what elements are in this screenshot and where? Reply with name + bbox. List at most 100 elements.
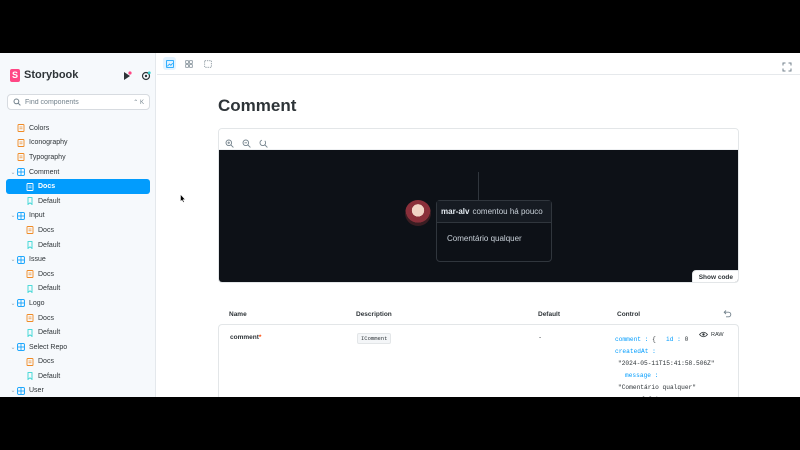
args-table: Name Description Default Control comment…: [218, 307, 739, 397]
sidebar-item-typography[interactable]: Typography: [6, 150, 150, 165]
sidebar-item-label: Default: [38, 372, 61, 380]
storybook-window: S Storybook ⌃ K Colors Iconography Typogra…: [0, 53, 800, 397]
sidebar-item-docs[interactable]: Docs: [6, 311, 150, 326]
document-icon: [17, 124, 25, 133]
brand[interactable]: S Storybook: [10, 68, 78, 82]
sidebar-item-default[interactable]: Default: [6, 369, 150, 384]
control-line[interactable]: createdAt :: [615, 346, 729, 358]
document-icon: [17, 138, 25, 147]
object-control[interactable]: comment : {id : 0 createdAt : "2024-05-11…: [615, 334, 729, 397]
comment-card: mar-alv comentou há pouco Comentário qua…: [436, 200, 552, 262]
sidebar-item-user[interactable]: ⌄ User: [6, 384, 150, 397]
canvas-icon: [165, 59, 174, 68]
document-icon: [26, 182, 34, 191]
search-shortcut: ⌃ K: [133, 99, 144, 106]
prop-name-text: comment: [230, 334, 259, 341]
sidebar-item-label: Default: [38, 329, 61, 337]
sidebar-item-default[interactable]: Default: [6, 238, 150, 253]
control-key: createdAt :: [615, 348, 656, 355]
sidebar-item-default[interactable]: Default: [6, 325, 150, 340]
control-line[interactable]: user : { 3 keys: [615, 394, 729, 397]
reset-controls-icon[interactable]: [723, 309, 732, 318]
raw-label: RAW: [711, 331, 724, 338]
story-canvas: mar-alv comentou há pouco Comentário qua…: [219, 150, 738, 282]
mouse-cursor-icon: [180, 194, 186, 203]
sidebar-item-label: Default: [38, 197, 61, 205]
comment-action: comentou há pouco: [472, 207, 543, 216]
control-value: "2024-05-11T15:41:58.506Z": [618, 360, 715, 367]
bookmark-icon: [26, 284, 34, 294]
sidebar-item-label: Typography: [29, 153, 66, 161]
chevron-down-icon: ⌄: [10, 213, 16, 220]
sidebar-item-comment[interactable]: ⌄ Comment: [6, 165, 150, 180]
zoom-in-icon[interactable]: [225, 135, 234, 148]
zoom-reset-icon[interactable]: [259, 135, 268, 148]
sidebar-item-docs[interactable]: Docs: [6, 355, 150, 370]
chevron-down-icon: ⌄: [10, 169, 16, 176]
sidebar-item-docs[interactable]: Docs: [6, 179, 150, 194]
args-table-header: Name Description Default Control: [218, 307, 739, 321]
sidebar-item-docs[interactable]: Docs: [6, 223, 150, 238]
component-icon: [17, 255, 25, 264]
sidebar-item-select-repo[interactable]: ⌄ Select Repo: [6, 340, 150, 355]
sidebar-item-default[interactable]: Default: [6, 194, 150, 209]
grid-icon: [184, 59, 193, 68]
zoom-out-icon[interactable]: [242, 135, 251, 148]
control-line[interactable]: message :: [615, 370, 729, 382]
settings-icon[interactable]: [141, 68, 151, 81]
measure-button[interactable]: [201, 57, 214, 70]
sidebar-item-input[interactable]: ⌄ Input: [6, 209, 150, 224]
whats-new-icon[interactable]: [122, 68, 132, 80]
canvas-tab-button[interactable]: [163, 57, 176, 70]
sidebar-item-label: Docs: [38, 314, 54, 322]
eye-icon: [699, 331, 708, 338]
header-description: Description: [356, 310, 392, 318]
table-row: comment* IComment - comment : {id : 0 cre…: [218, 324, 739, 397]
sidebar-item-iconography[interactable]: Iconography: [6, 136, 150, 151]
sidebar-item-label: Select Repo: [29, 343, 68, 351]
component-icon: [17, 299, 25, 308]
raw-toggle-button[interactable]: RAW: [699, 331, 724, 338]
sidebar-item-label: Issue: [29, 256, 46, 264]
comment-username[interactable]: mar-alv: [441, 207, 469, 216]
control-value: 0: [684, 336, 689, 343]
sidebar-item-logo[interactable]: ⌄ Logo: [6, 296, 150, 311]
show-code-button[interactable]: Show code: [691, 270, 738, 282]
avatar: [405, 200, 431, 226]
document-icon: [26, 226, 34, 235]
storybook-logo-icon: S: [10, 68, 20, 82]
fullscreen-button[interactable]: [782, 59, 792, 72]
header-name: Name: [229, 310, 247, 318]
sidebar-item-docs[interactable]: Docs: [6, 267, 150, 282]
story-preview: mar-alv comentou há pouco Comentário qua…: [218, 128, 739, 283]
comment-header: mar-alv comentou há pouco: [437, 201, 551, 223]
component-icon: [17, 387, 25, 395]
search-input[interactable]: [25, 98, 134, 106]
chevron-down-icon: ⌄: [10, 344, 16, 351]
bookmark-icon: [26, 241, 34, 250]
sidebar-item-colors[interactable]: Colors: [6, 121, 150, 136]
control-line[interactable]: "2024-05-11T15:41:58.506Z": [615, 358, 729, 370]
component-icon: [17, 212, 25, 220]
control-line[interactable]: id : 0: [615, 334, 688, 346]
sidebar-item-label: Default: [38, 285, 61, 293]
sidebar: S Storybook ⌃ K Colors Iconography Typogra…: [0, 53, 156, 397]
header-control: Control: [617, 310, 641, 318]
component-icon: [17, 168, 25, 176]
required-mark: *: [258, 334, 262, 341]
page-title: Comment: [218, 96, 297, 115]
prop-type: IComment: [357, 333, 392, 344]
sidebar-item-label: Logo: [29, 299, 45, 307]
grid-button[interactable]: [182, 57, 195, 70]
brand-actions: [122, 68, 151, 81]
control-line[interactable]: "Comentário qualquer": [615, 382, 729, 394]
toolbar: [157, 53, 800, 75]
chevron-down-icon: ⌄: [10, 257, 16, 264]
control-value: { 3 keys: [641, 396, 671, 397]
sidebar-item-label: Docs: [38, 270, 54, 278]
sidebar-item-issue[interactable]: ⌄ Issue: [6, 252, 150, 267]
document-icon: [26, 314, 34, 322]
sidebar-item-label: Docs: [38, 226, 54, 234]
sidebar-item-default[interactable]: Default: [6, 282, 150, 297]
sidebar-item-label: Default: [38, 241, 61, 249]
